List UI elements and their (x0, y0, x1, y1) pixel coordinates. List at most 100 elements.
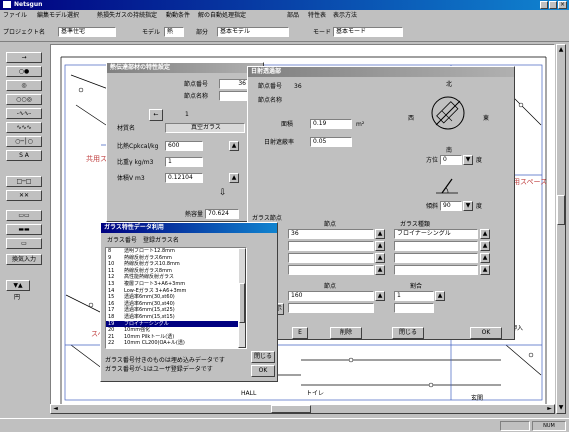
mode-field[interactable]: 基本モード (333, 27, 403, 37)
tool-point[interactable]: ◎ (6, 80, 42, 91)
d2-glass-type-1-spin-icon[interactable]: ▲ (480, 229, 490, 239)
glass-list[interactable]: 8 透明フロート12.8mm 9 熱線反射ガラス6mm 10 熱線反射ガラス10.8mm 1… (105, 247, 247, 349)
tool-wave[interactable]: ∿∿∿ (6, 122, 42, 133)
menu-auto-process[interactable]: 解の自動処理指定 (198, 10, 246, 21)
d2-ratio-1[interactable]: 1 (394, 291, 434, 301)
glass-list-item[interactable]: 10 熱線反射ガラス10.8mm (106, 261, 246, 268)
d1-heat-capacity-field[interactable]: 70.624 (205, 209, 239, 219)
glass-list-item[interactable]: 18 透過率6mm(15,st15) (106, 314, 246, 321)
d2-glass-type-4[interactable] (394, 265, 478, 275)
d1-volume-field[interactable]: 0.12104 (165, 173, 203, 183)
d2-glass-node-4[interactable] (288, 265, 374, 275)
model-field[interactable]: 熱 (164, 27, 184, 37)
glass-list-item-name: 10mm CL200(OA+ル(透) (124, 340, 185, 347)
glass-list-item[interactable]: 17 透過率6mm(15,st25) (106, 307, 246, 314)
d1-material-label: 材質名 (117, 125, 136, 132)
d2-glass-type-3-spin-icon[interactable]: ▲ (480, 253, 490, 263)
d3-close-button[interactable]: 閉じる (251, 351, 275, 363)
d2-delete-button[interactable]: 削除 (330, 327, 362, 339)
horizontal-scrollbar[interactable]: ◄ ► (50, 404, 555, 414)
d3-ok-button[interactable]: OK (251, 365, 275, 377)
glass-list-item[interactable]: 8 透明フロート12.8mm (106, 248, 246, 255)
d2-tilt-field[interactable]: 90 (440, 201, 462, 211)
d2-glass-node-2-spin-icon[interactable]: ▲ (375, 241, 385, 251)
glass-list-item-no: 16 (108, 300, 115, 307)
glass-list-item[interactable]: 15 透過率6mm(30,st60) (106, 294, 246, 301)
tool-updown[interactable]: ▼▲ (6, 280, 30, 291)
d2-shading-field[interactable]: 0.05 (310, 137, 352, 147)
d1-specific-gravity-field[interactable]: 1 (165, 157, 203, 167)
minimize-icon[interactable] (540, 1, 548, 9)
d2-glass-node-3[interactable] (288, 253, 374, 263)
tool-ventilation[interactable]: 換気入力 (6, 254, 42, 265)
d2-azimuth-spin-icon[interactable]: ▼ (463, 155, 473, 165)
tool-link[interactable]: ○─│○ (6, 136, 42, 147)
d2-ratio-2[interactable] (394, 303, 434, 313)
vertical-scrollbar[interactable]: ▲ ▼ (556, 44, 566, 414)
menu-properties[interactable]: 特性表 (308, 10, 326, 21)
d1-specific-heat-spin-icon[interactable]: ▲ (229, 141, 239, 151)
project-field[interactable]: 基準住宅 (58, 27, 116, 37)
tool-node-link[interactable]: ○○◎ (6, 94, 42, 105)
glass-list-item[interactable]: 20 10mm強化 (106, 327, 246, 334)
d2-area-field[interactable]: 0.19 (310, 119, 352, 129)
tool-select[interactable]: → (6, 52, 42, 63)
d2-glass-node-4-spin-icon[interactable]: ▲ (375, 265, 385, 275)
tool-cross[interactable]: ✕✕ (6, 190, 42, 201)
scroll-down-icon[interactable]: ▼ (557, 403, 565, 412)
maximize-icon[interactable] (549, 1, 557, 9)
d2-close-button[interactable]: 閉じる (392, 327, 424, 339)
tool-node[interactable]: ○● (6, 66, 42, 77)
d1-volume-spin-icon[interactable]: ▲ (229, 173, 239, 183)
compass-icon (431, 96, 465, 130)
glass-data-dialog: ガラス特性データ利用 ガラス番号 登録ガラス名 8 透明フロート12.8mm 9 熱線… (100, 222, 278, 382)
scroll-up-icon[interactable]: ▲ (557, 45, 565, 54)
menu-model-select[interactable]: 編集モデル選択 (37, 10, 79, 21)
glass-list-item[interactable]: 12 高性能熱線反射ガラス (106, 274, 246, 281)
scroll-left-icon[interactable]: ◄ (51, 405, 60, 413)
d2-glass-node-2[interactable] (288, 241, 374, 251)
menu-display[interactable]: 表示方法 (333, 10, 357, 21)
d2-glass-type-1[interactable]: フロイナーシングル (394, 229, 478, 239)
scroll-thumb[interactable] (271, 405, 311, 413)
d1-material-field[interactable]: 真空ガラス (165, 123, 245, 133)
d2-glass-type-2-spin-icon[interactable]: ▲ (480, 241, 490, 251)
d1-node-no-field[interactable]: 36 (219, 79, 249, 89)
d2-ratio-node-2[interactable] (288, 303, 374, 313)
glass-list-scroll-thumb[interactable] (239, 283, 245, 323)
d2-glass-type-3[interactable] (394, 253, 478, 263)
tool-bar[interactable]: ▬▬ (6, 224, 42, 235)
d2-glass-node-1[interactable]: 36 (288, 229, 374, 239)
close-icon[interactable]: × (558, 1, 567, 9)
d2-ok-button[interactable]: OK (470, 327, 502, 339)
glass-list-item[interactable]: 22 10mm CL200(OA+ル(透) (106, 340, 246, 347)
d1-prev-button[interactable]: ← (149, 109, 163, 121)
d2-azimuth-label: 方位 (426, 157, 439, 164)
vscroll-thumb[interactable] (557, 195, 565, 225)
menu-parts[interactable]: 部品 (287, 10, 299, 21)
d2-glass-type-2[interactable] (394, 241, 478, 251)
d2-glass-type-4-spin-icon[interactable]: ▲ (480, 265, 490, 275)
menu-conditions[interactable]: 動動条件 (166, 10, 190, 21)
glass-list-item[interactable]: 13 複層フロート3+A6+3mm (106, 281, 246, 288)
d2-ratio-node-1-spin-icon[interactable]: ▲ (375, 291, 385, 301)
glass-list-scrollbar[interactable] (238, 248, 246, 348)
d1-specific-heat-field[interactable]: 600 (165, 141, 203, 151)
status-bar: NUM (0, 418, 569, 432)
menu-heat-gas[interactable]: 熱損失ガスの持続指定 (97, 10, 157, 21)
d2-glass-node-3-spin-icon[interactable]: ▲ (375, 253, 385, 263)
tool-rect[interactable]: ▭▭ (6, 210, 42, 221)
tool-frame[interactable]: ▭ (6, 238, 42, 249)
part-field[interactable]: 基本モデル (217, 27, 289, 37)
d2-azimuth-field[interactable]: 0 (440, 155, 462, 165)
scroll-right-icon[interactable]: ► (545, 405, 554, 413)
d2-e-button[interactable]: E (292, 327, 308, 339)
d2-ratio-1-spin-icon[interactable]: ▲ (435, 291, 445, 301)
d2-glass-node-1-spin-icon[interactable]: ▲ (375, 229, 385, 239)
menu-file[interactable]: ファイル (3, 10, 27, 21)
d2-tilt-spin-icon[interactable]: ▼ (463, 201, 473, 211)
tool-sa[interactable]: S A (6, 150, 42, 161)
tool-box-link[interactable]: □─□ (6, 176, 42, 187)
tool-resistor[interactable]: -∿∿- (6, 108, 42, 119)
d2-ratio-node-1[interactable]: 160 (288, 291, 374, 301)
